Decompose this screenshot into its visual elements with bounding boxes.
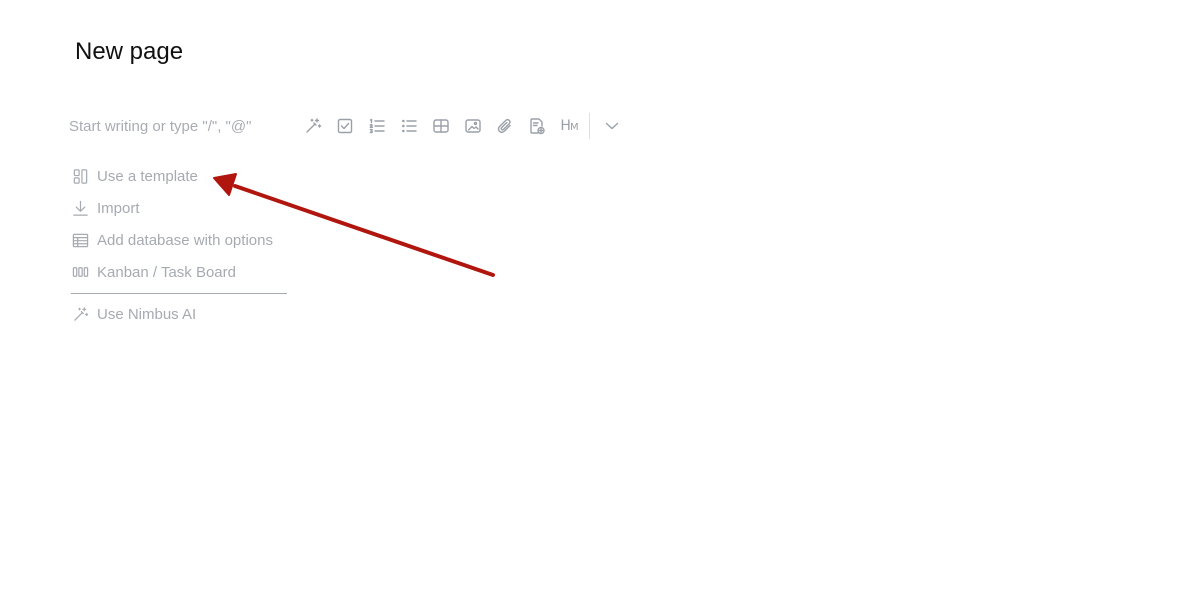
- heading-button[interactable]: HM: [553, 112, 585, 140]
- table-icon: [433, 119, 449, 133]
- more-tools-button[interactable]: [596, 112, 628, 140]
- checkbox-button[interactable]: [329, 112, 361, 140]
- numbered-list-button[interactable]: [361, 112, 393, 140]
- template-icon: [71, 167, 89, 185]
- heading-icon: HM: [560, 118, 578, 134]
- add-page-icon: [530, 118, 545, 135]
- nimbus-ai-option[interactable]: Use Nimbus AI: [71, 298, 287, 330]
- options-divider: [71, 293, 287, 294]
- toolbar-divider: [589, 113, 590, 139]
- editor-placeholder[interactable]: Start writing or type "/", "@": [69, 117, 251, 137]
- ai-button[interactable]: [297, 112, 329, 140]
- page-start-options: Use a template Import Add database with …: [71, 160, 287, 330]
- page-title[interactable]: New page: [75, 37, 183, 67]
- kanban-label: Kanban / Task Board: [97, 263, 236, 281]
- magic-wand-icon: [306, 118, 322, 133]
- chevron-down-icon: [605, 122, 619, 130]
- add-database-option[interactable]: Add database with options: [71, 224, 287, 256]
- import-option[interactable]: Import: [71, 192, 287, 224]
- numbered-list-icon: [369, 118, 385, 134]
- image-icon: [465, 119, 481, 133]
- import-label: Import: [97, 199, 140, 217]
- kanban-icon: [71, 263, 89, 281]
- image-button[interactable]: [457, 112, 489, 140]
- attachment-button[interactable]: [489, 112, 521, 140]
- kanban-option[interactable]: Kanban / Task Board: [71, 256, 287, 288]
- use-template-option[interactable]: Use a template: [71, 160, 287, 192]
- table-button[interactable]: [425, 112, 457, 140]
- bulleted-list-button[interactable]: [393, 112, 425, 140]
- attachment-icon: [497, 118, 511, 133]
- add-database-label: Add database with options: [97, 231, 273, 249]
- bulleted-list-icon: [401, 119, 417, 133]
- import-icon: [71, 199, 89, 217]
- nimbus-ai-label: Use Nimbus AI: [97, 305, 197, 323]
- editor-toolbar: HM: [297, 112, 628, 140]
- checkbox-icon: [337, 118, 353, 134]
- add-page-button[interactable]: [521, 112, 553, 140]
- use-template-label: Use a template: [97, 167, 198, 185]
- magic-wand-icon: [71, 305, 89, 323]
- database-icon: [71, 231, 89, 249]
